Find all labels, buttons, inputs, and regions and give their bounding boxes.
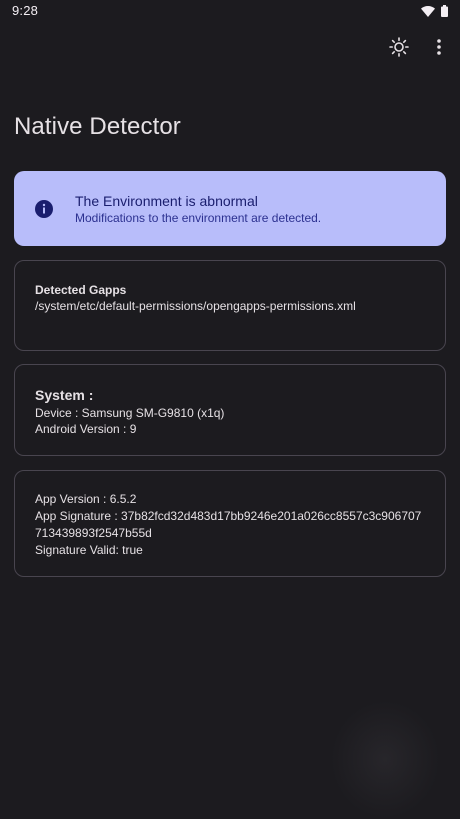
app-signature-continued: 713439893f2547b55d <box>35 526 152 540</box>
status-time: 9:28 <box>12 3 39 18</box>
more-vert-icon <box>436 38 442 61</box>
signature-valid: Signature Valid: true <box>35 543 143 557</box>
environment-alert-card: The Environment is abnormal Modification… <box>14 171 446 246</box>
more-options-button[interactable] <box>428 38 450 60</box>
system-heading: System : <box>35 387 94 403</box>
alert-subtitle: Modifications to the environment are det… <box>75 211 322 225</box>
top-app-bar-actions <box>388 36 450 62</box>
wifi-icon <box>421 4 435 22</box>
app-version: App Version : 6.5.2 <box>35 492 137 506</box>
gapps-path: /system/etc/default-permissions/opengapp… <box>35 299 356 313</box>
gapps-heading: Detected Gapps <box>35 283 127 297</box>
brightness-icon <box>389 36 409 62</box>
device-info: Device : Samsung SM-G9810 (x1q) <box>35 406 225 420</box>
battery-icon <box>441 4 448 22</box>
gesture-area <box>330 700 440 819</box>
app-signature: App Signature : 37b82fcd32d483d17bb9246e… <box>35 509 422 523</box>
android-version: Android Version : 9 <box>35 422 137 436</box>
brightness-button[interactable] <box>388 36 410 62</box>
system-card: System : Device : Samsung SM-G9810 (x1q)… <box>14 364 446 456</box>
app-info-card: App Version : 6.5.2 App Signature : 37b8… <box>14 470 446 577</box>
detected-gapps-card: Detected Gapps /system/etc/default-permi… <box>14 260 446 351</box>
alert-title: The Environment is abnormal <box>75 193 258 209</box>
info-icon <box>34 199 54 224</box>
status-icons <box>421 4 448 22</box>
status-bar: 9:28 <box>0 0 460 22</box>
page-title: Native Detector <box>14 113 181 140</box>
